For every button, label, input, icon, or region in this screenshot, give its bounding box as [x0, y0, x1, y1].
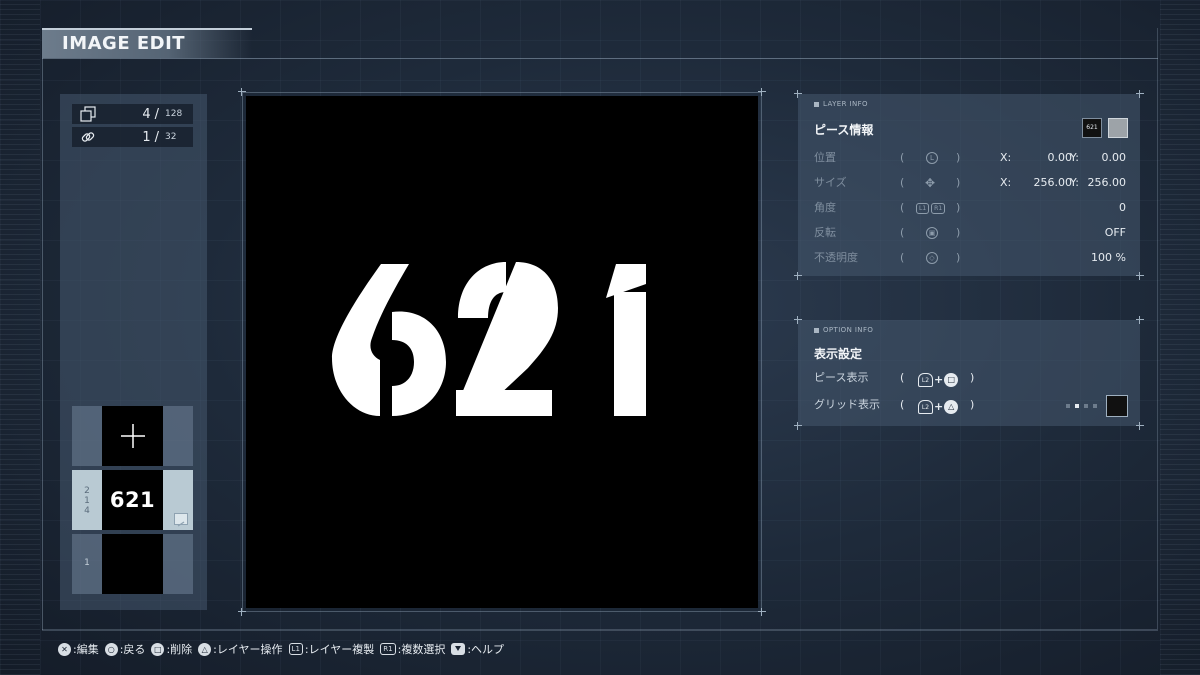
link-count-current: 1 — [142, 129, 151, 145]
add-layer-button[interactable] — [72, 406, 193, 466]
touchpad-icon — [451, 643, 466, 655]
layer-count-current: 4 — [142, 106, 151, 122]
position-y-value: 0.00 — [1101, 151, 1127, 164]
piece-thumbnail[interactable]: 621 — [1082, 118, 1102, 138]
layer-item-selected[interactable]: 2 1 4 621 — [72, 470, 193, 530]
layers-icon — [78, 104, 98, 124]
help-bar: ✕:編集 ○:戻る □:削除 △:レイヤー操作 L1:レイヤー複製 R1:複数選… — [58, 641, 510, 657]
help-duplicate: L1:レイヤー複製 — [288, 641, 374, 657]
l1-r1-buttons-icon: L1 R1 — [916, 197, 947, 217]
flip-row[interactable]: 反転 ( ▣ ) OFF — [814, 223, 1126, 243]
edit-canvas[interactable] — [246, 96, 758, 608]
circle-button-icon: ○ — [104, 642, 118, 656]
scanline-decoration-left — [0, 0, 40, 675]
page-title: IMAGE EDIT — [42, 28, 252, 58]
corner-mark — [758, 88, 766, 96]
help-delete: □:削除 — [151, 641, 192, 657]
layer-list: 2 1 4 621 1 — [72, 406, 193, 598]
grid-level-indicator — [1066, 404, 1097, 408]
r1-button-icon: R1 — [380, 643, 396, 655]
layer-info-header: LAYER INFO — [814, 100, 868, 108]
scanline-decoration-right — [1160, 0, 1200, 675]
triangle-button-icon: △ — [198, 642, 212, 656]
option-info-panel: OPTION INFO 表示設定 ピース表示 ( L2 + □ ) グリッド表示 (… — [798, 320, 1140, 426]
grid-color-swatch[interactable] — [1106, 395, 1128, 417]
square-button-icon: □ — [151, 642, 165, 656]
corner-mark — [238, 88, 246, 96]
l1-button-icon: L1 — [288, 643, 303, 655]
size-y-value: 256.00 — [1087, 176, 1127, 189]
angle-row[interactable]: 角度 ( L1 R1 ) 0 — [814, 198, 1126, 218]
corner-mark — [758, 608, 766, 616]
corner-mark — [238, 608, 246, 616]
size-row[interactable]: サイズ ( ✥ ) X: 256.00 Y: 256.00 — [814, 173, 1126, 193]
position-x-value: 0.00 — [1047, 151, 1073, 164]
help-back: ○:戻る — [104, 641, 145, 657]
help-multi-select: R1:複数選択 — [380, 641, 445, 657]
square-button-icon: ▣ — [926, 227, 938, 239]
layer-thumbnail: 621 — [109, 488, 156, 512]
layer-count-separator: / — [154, 106, 159, 122]
layer-count: 4 / 128 — [72, 104, 193, 124]
dpad-icon: ✥ — [925, 176, 936, 190]
layer-count-max: 128 — [165, 109, 183, 119]
option-info-title: 表示設定 — [814, 347, 863, 361]
layer-index: 1 — [84, 558, 90, 568]
link-count: 1 / 32 — [72, 127, 193, 147]
link-count-separator: / — [154, 129, 159, 145]
position-row[interactable]: 位置 ( L ) X: 0.00 Y: 0.00 — [814, 148, 1126, 168]
l2-plus-square-icon: L2 + □ — [918, 370, 959, 390]
help-layer-ops: △:レイヤー操作 — [198, 641, 283, 657]
option-info-header: OPTION INFO — [814, 326, 873, 334]
layer-info-panel: LAYER INFO ピース情報 621 位置 ( L ) X: 0.00 Y:… — [798, 94, 1140, 276]
layer-thumbnail — [102, 534, 163, 594]
flip-value: OFF — [1104, 226, 1126, 239]
link-icon — [78, 127, 98, 147]
link-count-max: 32 — [165, 132, 177, 142]
frame-divider — [42, 30, 43, 630]
l2-plus-triangle-icon: L2 + △ — [918, 397, 959, 417]
layer-item[interactable]: 1 — [72, 534, 193, 594]
piece-display-row[interactable]: ピース表示 ( L2 + □ ) — [814, 368, 1126, 388]
title-underline — [42, 58, 1158, 59]
help-divider — [42, 630, 1158, 631]
layer-index: 2 1 4 — [84, 486, 90, 516]
color-swatch[interactable] — [1108, 118, 1128, 138]
cross-button-icon: ✕ — [58, 642, 71, 656]
layer-info-title: ピース情報 — [814, 123, 874, 137]
piece-621[interactable] — [246, 96, 758, 608]
plus-icon — [120, 424, 145, 448]
opacity-row[interactable]: 不透明度 ( ◇ ) 100 % — [814, 248, 1126, 268]
help-help: :ヘルプ — [451, 641, 504, 657]
link-badge-icon — [174, 513, 188, 527]
left-stick-icon: L — [926, 152, 938, 164]
angle-value: 0 — [1119, 201, 1126, 214]
layer-panel: 4 / 128 1 / 32 2 1 4 621 1 — [60, 94, 207, 610]
size-x-value: 256.00 — [1033, 176, 1073, 189]
opacity-value: 100 % — [1091, 251, 1126, 264]
right-stick-icon: ◇ — [926, 252, 938, 264]
help-edit: ✕:編集 — [58, 641, 99, 657]
